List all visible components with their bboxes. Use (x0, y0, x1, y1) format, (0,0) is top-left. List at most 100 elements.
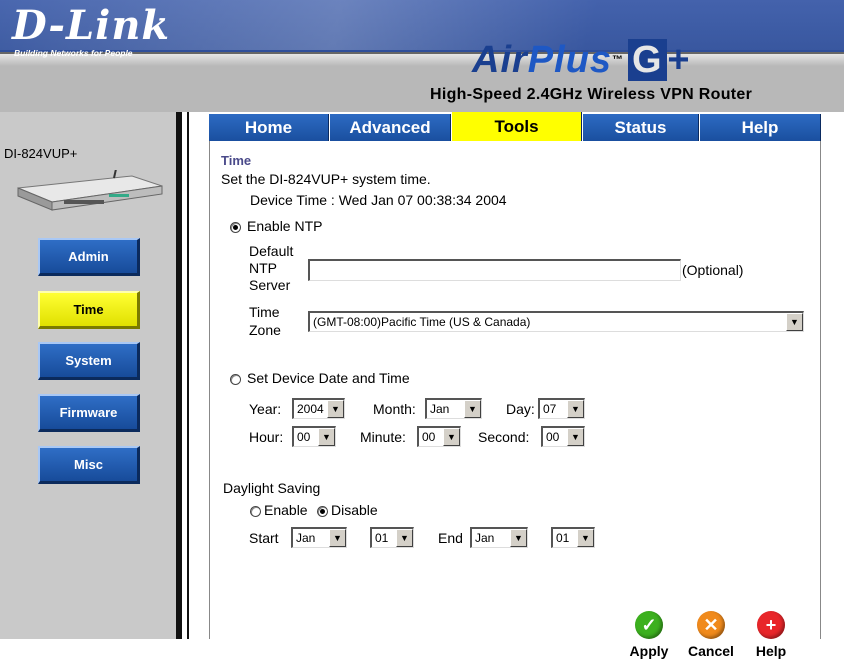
minute-value: 00 (422, 430, 436, 444)
help-label: Help (755, 643, 787, 659)
dst-enable-label: Enable (264, 502, 308, 518)
chevron-down-icon[interactable]: ▼ (327, 400, 344, 418)
sidebar-item-system[interactable]: System (38, 342, 140, 380)
trademark-mark: ™ (612, 54, 625, 66)
chevron-down-icon[interactable]: ▼ (396, 529, 413, 547)
minute-label: Minute: (360, 429, 406, 445)
dst-end-month-select[interactable]: Jan ▼ (470, 527, 528, 548)
enable-ntp-option[interactable]: Enable NTP (230, 218, 322, 234)
section-title: Time (221, 153, 252, 168)
dlink-tagline: Building Networks for People (14, 48, 133, 58)
chevron-down-icon[interactable]: ▼ (577, 529, 594, 547)
dst-end-day-value: 01 (556, 531, 570, 545)
dst-enable-option[interactable]: Enable (250, 502, 308, 518)
airplus-logo-plus: Plus (527, 39, 613, 81)
month-select[interactable]: Jan ▼ (425, 398, 482, 419)
divider-thin (187, 112, 189, 639)
ntp-optional-label: (Optional) (682, 262, 744, 278)
help-button[interactable]: + Help (741, 611, 801, 659)
cancel-label: Cancel (688, 643, 734, 659)
dlink-logo: D-Link (12, 2, 171, 49)
chevron-down-icon[interactable]: ▼ (443, 428, 460, 446)
sidebar-item-time[interactable]: Time (38, 291, 140, 329)
month-value: Jan (430, 402, 450, 416)
tz-label-line1: Time (249, 304, 280, 320)
year-value: 2004 (297, 402, 324, 416)
set-device-radio[interactable] (230, 373, 241, 385)
tab-help[interactable]: Help (700, 114, 821, 141)
x-icon[interactable]: ✕ (697, 611, 725, 639)
tab-label: Tools (494, 116, 539, 136)
time-zone-value: (GMT-08:00)Pacific Time (US & Canada) (313, 315, 531, 329)
plus-icon[interactable]: + (757, 611, 785, 639)
sidebar-item-label: Firmware (59, 405, 118, 420)
device-time: Device Time : Wed Jan 07 00:38:34 2004 (250, 192, 507, 208)
set-device-option[interactable]: Set Device Date and Time (230, 370, 410, 386)
sidebar-item-firmware[interactable]: Firmware (38, 394, 140, 432)
chevron-down-icon[interactable]: ▼ (786, 313, 803, 331)
model-name: DI-824VUP+ (4, 146, 78, 161)
dst-disable-label: Disable (331, 502, 378, 518)
chevron-down-icon[interactable]: ▼ (318, 428, 335, 446)
day-label: Day: (506, 401, 535, 417)
second-select[interactable]: 00 ▼ (541, 426, 585, 447)
sidebar-item-label: Misc (74, 457, 103, 472)
tab-label: Help (741, 117, 779, 137)
dst-enable-radio[interactable] (250, 505, 261, 517)
year-select[interactable]: 2004 ▼ (292, 398, 345, 419)
sidebar-item-label: Time (73, 302, 104, 317)
ntp-label-line2: NTP (249, 260, 277, 276)
tab-label: Advanced (349, 117, 431, 137)
dst-start-day-value: 01 (375, 531, 389, 545)
dst-start-month-value: Jan (296, 531, 316, 545)
header: D-Link Building Networks for People AirP… (0, 0, 844, 112)
chevron-down-icon[interactable]: ▼ (464, 400, 481, 418)
hour-select[interactable]: 00 ▼ (292, 426, 336, 447)
content-panel: Time Set the DI-824VUP+ system time. Dev… (209, 141, 821, 659)
checkmark-icon[interactable]: ✓ (635, 611, 663, 639)
dst-start-month-select[interactable]: Jan ▼ (291, 527, 347, 548)
dst-start-day-select[interactable]: 01 ▼ (370, 527, 414, 548)
time-zone-label: Time Zone (249, 303, 281, 339)
airplus-logo-air: Air (472, 39, 528, 81)
product-title: High-Speed 2.4GHz Wireless VPN Router (430, 86, 753, 103)
chevron-down-icon[interactable]: ▼ (510, 529, 527, 547)
tab-status[interactable]: Status (583, 114, 699, 141)
tab-home[interactable]: Home (209, 114, 329, 141)
airplus-logo-g: G (628, 39, 667, 81)
ntp-label-line1: Default (249, 243, 294, 259)
apply-button[interactable]: ✓ Apply (619, 611, 679, 659)
ntp-server-input[interactable] (308, 259, 681, 281)
year-label: Year: (249, 401, 282, 417)
sidebar-item-misc[interactable]: Misc (38, 446, 140, 484)
hour-label: Hour: (249, 429, 284, 445)
top-tabs: Home Advanced Tools Status Help (209, 112, 821, 141)
divider (176, 112, 182, 639)
second-label: Second: (478, 429, 530, 445)
tab-tools[interactable]: Tools (452, 112, 582, 141)
apply-label: Apply (629, 643, 669, 659)
ntp-server-label: Default NTP Server (249, 243, 293, 294)
tab-label: Status (614, 117, 667, 137)
minute-select[interactable]: 00 ▼ (417, 426, 461, 447)
router-image (17, 170, 163, 211)
tz-label-line2: Zone (249, 322, 281, 338)
time-zone-select[interactable]: (GMT-08:00)Pacific Time (US & Canada) ▼ (308, 311, 804, 332)
day-value: 07 (543, 402, 557, 416)
day-select[interactable]: 07 ▼ (538, 398, 585, 419)
ntp-label-line3: Server (249, 277, 291, 293)
sidebar-item-admin[interactable]: Admin (38, 238, 140, 276)
chevron-down-icon[interactable]: ▼ (329, 529, 346, 547)
airplus-logo: AirPlus™ G + (472, 39, 690, 81)
dst-disable-radio[interactable] (317, 505, 328, 517)
enable-ntp-radio[interactable] (230, 221, 241, 233)
airplus-logo-gplus: + (666, 39, 690, 81)
cancel-button[interactable]: ✕ Cancel (681, 611, 741, 659)
second-value: 00 (546, 430, 560, 444)
chevron-down-icon[interactable]: ▼ (567, 428, 584, 446)
sidebar-item-label: System (65, 353, 112, 368)
dst-disable-option[interactable]: Disable (317, 502, 378, 518)
dst-end-day-select[interactable]: 01 ▼ (551, 527, 595, 548)
tab-advanced[interactable]: Advanced (330, 114, 451, 141)
chevron-down-icon[interactable]: ▼ (567, 400, 584, 418)
